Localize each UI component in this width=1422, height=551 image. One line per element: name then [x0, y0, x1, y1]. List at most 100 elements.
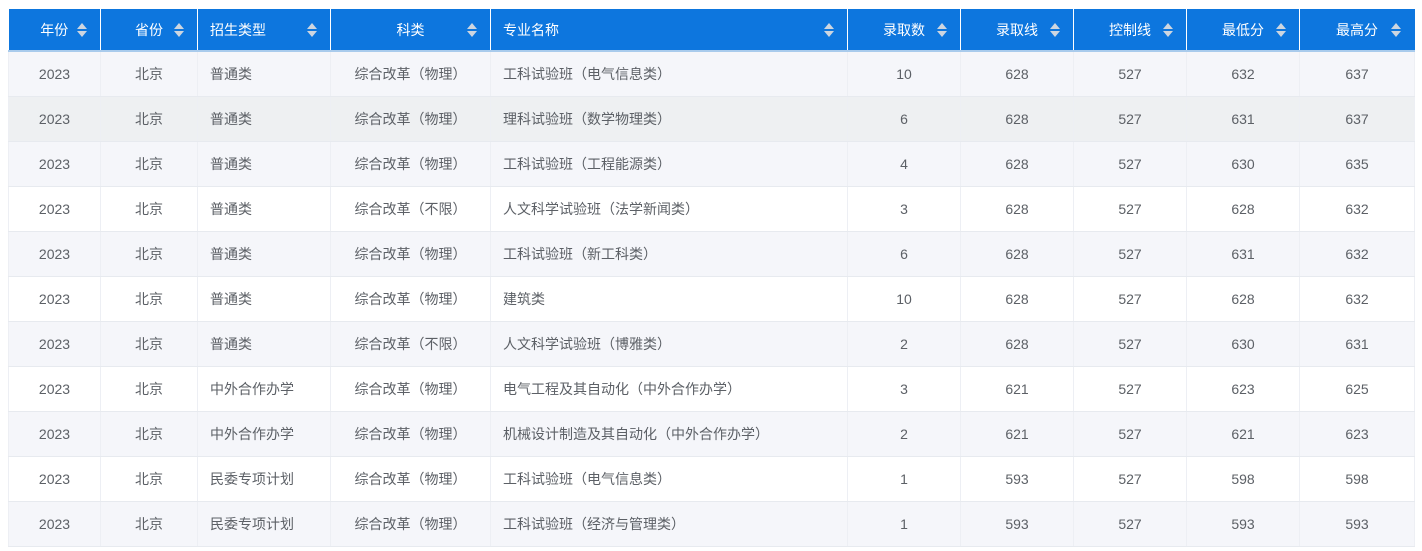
cell-major_name: 工科试验班（电气信息类） [491, 457, 848, 502]
sort-icon[interactable] [824, 23, 834, 37]
cell-max_score: 632 [1300, 232, 1415, 277]
cell-admission_line: 593 [961, 457, 1074, 502]
sort-icon[interactable] [174, 23, 184, 37]
cell-major_name: 工科试验班（经济与管理类） [491, 502, 848, 547]
cell-min_score: 598 [1187, 457, 1300, 502]
sort-icon[interactable] [937, 23, 947, 37]
cell-province: 北京 [101, 97, 198, 142]
cell-admission_type: 普通类 [198, 322, 331, 367]
cell-year: 2023 [9, 232, 101, 277]
cell-max_score: 631 [1300, 322, 1415, 367]
cell-admission_line: 628 [961, 277, 1074, 322]
cell-major_name: 人文科学试验班（博雅类） [491, 322, 848, 367]
table-body: 2023北京普通类综合改革（物理）工科试验班（电气信息类）10628527632… [9, 51, 1415, 547]
cell-max_score: 625 [1300, 367, 1415, 412]
cell-year: 2023 [9, 51, 101, 97]
cell-control_line: 527 [1074, 277, 1187, 322]
cell-admission_type: 普通类 [198, 97, 331, 142]
table-row[interactable]: 2023北京民委专项计划综合改革（物理）工科试验班（电气信息类）15935275… [9, 457, 1415, 502]
cell-admitted_count: 3 [848, 187, 961, 232]
cell-province: 北京 [101, 412, 198, 457]
cell-year: 2023 [9, 322, 101, 367]
cell-admitted_count: 1 [848, 457, 961, 502]
cell-subject_category: 综合改革（物理） [331, 412, 491, 457]
column-header-min_score[interactable]: 最低分 [1187, 9, 1300, 51]
cell-year: 2023 [9, 367, 101, 412]
column-header-label: 录取数 [883, 22, 925, 38]
column-header-province[interactable]: 省份 [101, 9, 198, 51]
cell-admission_line: 628 [961, 142, 1074, 187]
cell-min_score: 621 [1187, 412, 1300, 457]
cell-year: 2023 [9, 97, 101, 142]
cell-min_score: 631 [1187, 97, 1300, 142]
cell-admission_line: 628 [961, 187, 1074, 232]
column-header-major_name[interactable]: 专业名称 [491, 9, 848, 51]
cell-province: 北京 [101, 277, 198, 322]
cell-major_name: 工科试验班（新工科类） [491, 232, 848, 277]
column-header-admitted_count[interactable]: 录取数 [848, 9, 961, 51]
cell-admitted_count: 6 [848, 97, 961, 142]
cell-admission_type: 民委专项计划 [198, 457, 331, 502]
table-row[interactable]: 2023北京普通类综合改革（物理）工科试验班（电气信息类）10628527632… [9, 51, 1415, 97]
table-row[interactable]: 2023北京普通类综合改革（不限）人文科学试验班（法学新闻类）362852762… [9, 187, 1415, 232]
table-row[interactable]: 2023北京普通类综合改革（物理）理科试验班（数学物理类）66285276316… [9, 97, 1415, 142]
table-row[interactable]: 2023北京中外合作办学综合改革（物理）电气工程及其自动化（中外合作办学）362… [9, 367, 1415, 412]
cell-admission_line: 628 [961, 51, 1074, 97]
column-header-admission_line[interactable]: 录取线 [961, 9, 1074, 51]
column-header-label: 省份 [135, 22, 163, 38]
cell-province: 北京 [101, 142, 198, 187]
column-header-subject_category[interactable]: 科类 [331, 9, 491, 51]
column-header-label: 最低分 [1222, 22, 1264, 38]
table-row[interactable]: 2023北京普通类综合改革（物理）建筑类10628527628632 [9, 277, 1415, 322]
cell-province: 北京 [101, 322, 198, 367]
cell-control_line: 527 [1074, 51, 1187, 97]
cell-min_score: 630 [1187, 322, 1300, 367]
column-header-max_score[interactable]: 最高分 [1300, 9, 1415, 51]
sort-icon[interactable] [1276, 23, 1286, 37]
sort-icon[interactable] [1163, 23, 1173, 37]
cell-province: 北京 [101, 502, 198, 547]
cell-admitted_count: 2 [848, 412, 961, 457]
cell-subject_category: 综合改革（不限） [331, 187, 491, 232]
cell-control_line: 527 [1074, 187, 1187, 232]
sort-icon[interactable] [307, 23, 317, 37]
cell-province: 北京 [101, 187, 198, 232]
cell-subject_category: 综合改革（不限） [331, 322, 491, 367]
sort-icon[interactable] [77, 23, 87, 37]
cell-control_line: 527 [1074, 97, 1187, 142]
cell-min_score: 630 [1187, 142, 1300, 187]
cell-admitted_count: 4 [848, 142, 961, 187]
cell-province: 北京 [101, 232, 198, 277]
column-header-control_line[interactable]: 控制线 [1074, 9, 1187, 51]
sort-icon[interactable] [1391, 23, 1401, 37]
table-row[interactable]: 2023北京普通类综合改革（物理）工科试验班（新工科类）662852763163… [9, 232, 1415, 277]
table-row[interactable]: 2023北京普通类综合改革（不限）人文科学试验班（博雅类）26285276306… [9, 322, 1415, 367]
table-row[interactable]: 2023北京中外合作办学综合改革（物理）机械设计制造及其自动化（中外合作办学）2… [9, 412, 1415, 457]
cell-admission_type: 普通类 [198, 142, 331, 187]
cell-major_name: 建筑类 [491, 277, 848, 322]
cell-admitted_count: 1 [848, 502, 961, 547]
cell-major_name: 工科试验班（电气信息类） [491, 51, 848, 97]
sort-icon[interactable] [467, 23, 477, 37]
table-row[interactable]: 2023北京普通类综合改革（物理）工科试验班（工程能源类）46285276306… [9, 142, 1415, 187]
column-header-year[interactable]: 年份 [9, 9, 101, 51]
cell-major_name: 人文科学试验班（法学新闻类） [491, 187, 848, 232]
column-header-label: 最高分 [1336, 22, 1378, 38]
cell-subject_category: 综合改革（物理） [331, 51, 491, 97]
cell-max_score: 593 [1300, 502, 1415, 547]
column-header-admission_type[interactable]: 招生类型 [198, 9, 331, 51]
column-header-label: 录取线 [996, 22, 1038, 38]
cell-year: 2023 [9, 142, 101, 187]
cell-major_name: 电气工程及其自动化（中外合作办学） [491, 367, 848, 412]
cell-min_score: 623 [1187, 367, 1300, 412]
sort-icon[interactable] [1050, 23, 1060, 37]
cell-admission_line: 628 [961, 232, 1074, 277]
table-row[interactable]: 2023北京民委专项计划综合改革（物理）工科试验班（经济与管理类）1593527… [9, 502, 1415, 547]
cell-control_line: 527 [1074, 232, 1187, 277]
cell-max_score: 637 [1300, 51, 1415, 97]
cell-max_score: 598 [1300, 457, 1415, 502]
cell-subject_category: 综合改革（物理） [331, 367, 491, 412]
cell-min_score: 631 [1187, 232, 1300, 277]
cell-min_score: 632 [1187, 51, 1300, 97]
cell-max_score: 623 [1300, 412, 1415, 457]
